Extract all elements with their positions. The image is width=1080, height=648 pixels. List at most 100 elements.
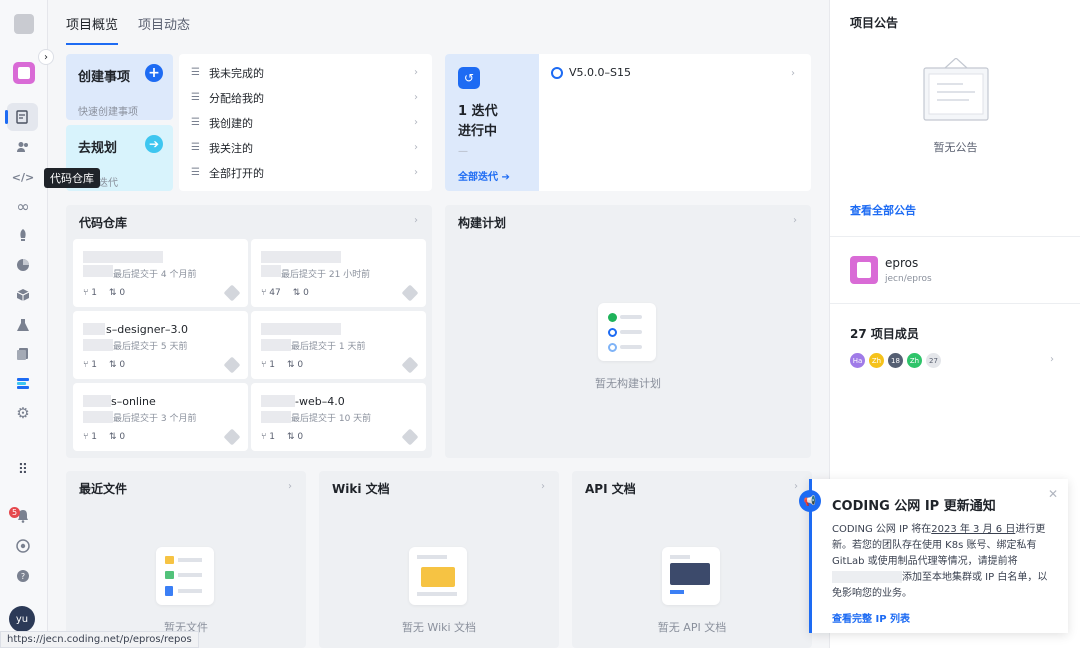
chevron-right-icon[interactable]: › bbox=[794, 481, 798, 492]
question-icon[interactable]: ? bbox=[12, 565, 34, 587]
chevron-right-icon[interactable]: › bbox=[288, 481, 292, 492]
close-icon[interactable]: ✕ bbox=[1048, 487, 1058, 501]
wiki-section: Wiki 文档 › 暂无 Wiki 文档 bbox=[319, 471, 559, 648]
code-icon[interactable]: </> bbox=[12, 166, 34, 188]
divider bbox=[830, 236, 1080, 237]
last-commit: 最后提交于 5 天前 bbox=[113, 342, 188, 352]
repo-card[interactable]: -web–4.0 最后提交于 10 天前 ⑂ 1 ⇅ 0 bbox=[251, 383, 426, 451]
notification-title: CODING 公网 IP 更新通知 bbox=[832, 499, 996, 514]
member-avatar[interactable]: Zh bbox=[906, 352, 923, 369]
chevron-right-icon[interactable]: › bbox=[414, 215, 418, 226]
iteration-summary: ↺ 1 迭代 进行中 — 全部迭代 ➔ bbox=[445, 54, 539, 191]
create-issue-card[interactable]: 创建事项 快速创建事项 + bbox=[66, 54, 173, 120]
section-title: 最近文件 bbox=[79, 482, 128, 496]
redacted-name bbox=[83, 323, 105, 335]
notification-badge: 5 bbox=[9, 507, 20, 518]
project-name[interactable]: epros bbox=[885, 256, 918, 270]
filter-label: 全部打开的 bbox=[209, 166, 264, 180]
filter-item[interactable]: ☰ 我关注的 › bbox=[191, 135, 418, 160]
tab-overview[interactable]: 项目概览 bbox=[66, 14, 119, 45]
status-url: https://jecn.coding.net/p/epros/repos bbox=[0, 631, 199, 648]
iteration-cycle-icon bbox=[551, 66, 563, 79]
team-logo[interactable] bbox=[14, 14, 34, 34]
member-more[interactable]: 27 bbox=[925, 352, 942, 369]
view-ip-list-link[interactable]: 查看完整 IP 列表 bbox=[832, 610, 1054, 625]
artifacts-icon[interactable] bbox=[12, 284, 34, 306]
filter-item[interactable]: ☰ 分配给我的 › bbox=[191, 85, 418, 110]
filter-icon: ☰ bbox=[191, 167, 200, 178]
repo-card[interactable]: s–designer–3.0 最后提交于 5 天前 ⑂ 1 ⇅ 0 bbox=[73, 311, 248, 379]
members-icon[interactable] bbox=[12, 136, 34, 158]
repo-name: s–online bbox=[111, 395, 156, 408]
repo-card[interactable]: 最后提交于 4 个月前 ⑂ 1 ⇅ 0 bbox=[73, 239, 248, 307]
git-icon bbox=[223, 428, 241, 446]
recent-files-section: 最近文件 › 暂无文件 bbox=[66, 471, 306, 648]
branch-icon: ⑂ 1 bbox=[261, 432, 275, 442]
issues-icon[interactable] bbox=[12, 106, 34, 128]
member-avatar[interactable]: 18 bbox=[887, 352, 904, 369]
chevron-right-icon[interactable]: › bbox=[793, 215, 797, 226]
repo-stats: ⑂ 1 ⇅ 0 bbox=[261, 360, 303, 370]
git-icon bbox=[223, 284, 241, 302]
git-icon bbox=[401, 428, 419, 446]
all-iterations-link[interactable]: 全部迭代 ➔ bbox=[458, 168, 510, 183]
user-avatar[interactable]: yu bbox=[9, 606, 35, 632]
notification-body: CODING 公网 IP 将在2023 年 3 月 6 日进行更新。若您的团队存… bbox=[832, 524, 1048, 599]
chevron-right-icon[interactable]: › bbox=[541, 481, 545, 492]
stats-icon[interactable] bbox=[12, 254, 34, 276]
member-avatar[interactable]: Ha bbox=[849, 352, 866, 369]
last-commit: 最后提交于 21 小时前 bbox=[281, 270, 371, 280]
project-path: jecn/epros bbox=[885, 274, 932, 284]
filter-item[interactable]: ☰ 我未完成的 › bbox=[191, 60, 418, 85]
wiki-empty-label: 暂无 Wiki 文档 bbox=[401, 621, 477, 634]
app-icon[interactable] bbox=[13, 62, 35, 84]
member-avatar[interactable]: Zh bbox=[868, 352, 885, 369]
chevron-right-icon: › bbox=[414, 67, 418, 78]
ci-icon[interactable]: ∞ bbox=[12, 195, 34, 217]
chevron-right-icon[interactable]: › bbox=[1050, 354, 1054, 365]
ip-update-notification: 📢 ✕ CODING 公网 IP 更新通知 CODING 公网 IP 将在202… bbox=[799, 479, 1068, 633]
sidebar: </> ∞ ⚙ ⠿ 5 ? yu bbox=[0, 0, 48, 648]
svg-text:?: ? bbox=[21, 572, 25, 581]
repo-stats: ⑂ 1 ⇅ 0 bbox=[261, 432, 303, 442]
announcements-title: 项目公告 bbox=[850, 16, 899, 30]
section-title: Wiki 文档 bbox=[332, 482, 390, 496]
test-icon[interactable] bbox=[12, 314, 34, 336]
help-circle-icon[interactable] bbox=[12, 535, 34, 557]
last-commit: 最后提交于 1 天前 bbox=[291, 342, 366, 352]
docs-icon[interactable] bbox=[12, 343, 34, 365]
api-empty-label: 暂无 API 文档 bbox=[657, 621, 727, 634]
filter-item[interactable]: ☰ 全部打开的 › bbox=[191, 160, 418, 185]
repo-card[interactable]: 最后提交于 21 小时前 ⑂ 47 ⇅ 0 bbox=[251, 239, 426, 307]
repo-stats: ⑂ 1 ⇅ 0 bbox=[83, 432, 125, 442]
collapse-sidebar-button[interactable]: › bbox=[38, 49, 54, 65]
filter-label: 我未完成的 bbox=[209, 66, 264, 80]
create-issue-subtitle: 快速创建事项 bbox=[78, 107, 138, 118]
arrow-right-icon[interactable]: ➔ bbox=[145, 135, 163, 153]
pr-icon: ⇅ 0 bbox=[109, 288, 126, 298]
tab-activity[interactable]: 项目动态 bbox=[138, 14, 190, 45]
current-iteration[interactable]: V5.0.0–S15 bbox=[551, 66, 631, 79]
redacted-name bbox=[261, 265, 281, 277]
build-plan-section: 构建计划 › 暂无构建计划 bbox=[445, 205, 811, 458]
apps-grid-icon[interactable]: ⠿ bbox=[12, 459, 34, 481]
repo-stats: ⑂ 1 ⇅ 0 bbox=[83, 288, 125, 298]
chevron-right-icon: › bbox=[414, 142, 418, 153]
settings-icon[interactable]: ⚙ bbox=[12, 402, 34, 424]
api-empty-illustration bbox=[662, 547, 720, 605]
filter-item[interactable]: ☰ 我创建的 › bbox=[191, 110, 418, 135]
layers-icon[interactable] bbox=[12, 372, 34, 394]
repo-card[interactable]: 最后提交于 1 天前 ⑂ 1 ⇅ 0 bbox=[251, 311, 426, 379]
chevron-right-icon[interactable]: › bbox=[791, 68, 795, 79]
repo-card[interactable]: s–online 最后提交于 3 个月前 ⑂ 1 ⇅ 0 bbox=[73, 383, 248, 451]
filter-icon: ☰ bbox=[191, 117, 200, 128]
view-all-announcements-link[interactable]: 查看全部公告 bbox=[850, 202, 916, 218]
redacted-name bbox=[83, 251, 163, 263]
main-tabs: 项目概览 项目动态 bbox=[66, 14, 190, 45]
chevron-right-icon: › bbox=[414, 167, 418, 178]
build-empty-illustration bbox=[598, 303, 656, 361]
redacted-name bbox=[261, 411, 291, 423]
plus-icon[interactable]: + bbox=[145, 64, 163, 82]
deploy-icon[interactable] bbox=[12, 224, 34, 246]
redacted-name bbox=[261, 395, 295, 407]
